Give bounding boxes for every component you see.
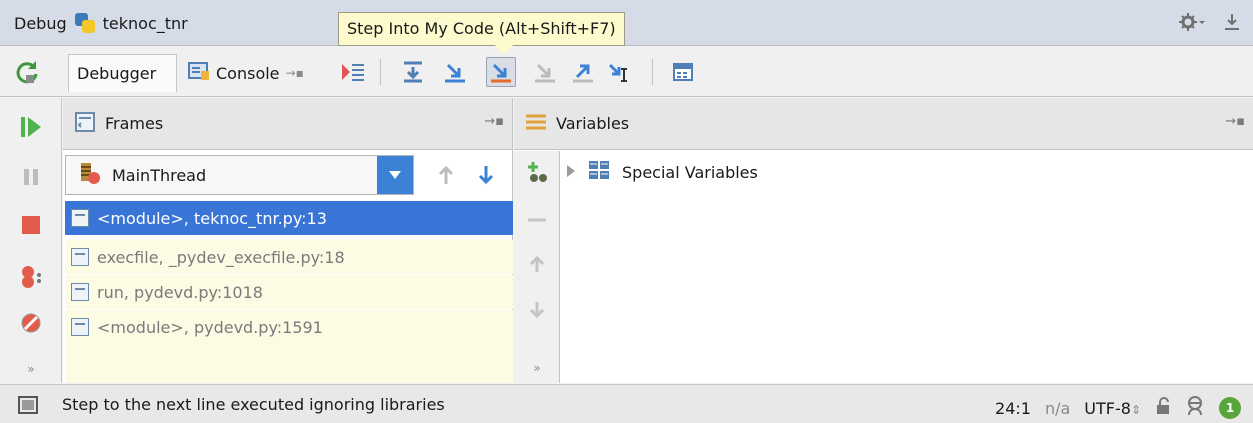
pin-panel-icon[interactable]: →▪ [1225,114,1245,129]
thread-selector[interactable]: MainThread [65,155,414,195]
debug-label: Debug [14,13,67,33]
line-separator-status[interactable]: n/a [1045,399,1070,418]
caret-position[interactable]: 24:1 [995,399,1031,418]
move-down-icon[interactable] [524,297,550,323]
frame-row[interactable]: <module>, pydevd.py:1591 [65,310,513,344]
inspector-icon[interactable] [1185,395,1205,421]
variables-header: Variables →▪ [514,98,1253,150]
step-into-icon[interactable] [440,57,470,87]
more-icon[interactable]: » [18,356,44,382]
evaluate-expression-icon[interactable] [668,57,698,87]
tab-debugger[interactable]: Debugger [68,54,177,92]
left-debug-toolbar: » [0,98,62,383]
new-watch-icon[interactable] [524,159,550,185]
hide-panel-icon[interactable] [1223,12,1241,36]
variable-label: Special Variables [622,162,758,182]
tab-debugger-label: Debugger [77,64,157,83]
frames-filler [65,344,513,383]
thread-icon [78,161,102,189]
debug-toolbar: Debugger Console →▪ [0,47,1253,97]
special-variables-icon [588,160,610,184]
resume-icon[interactable] [18,114,44,140]
previous-frame-icon[interactable] [437,164,455,190]
frame-icon [71,283,89,301]
status-bar: Step to the next line executed ignoring … [0,384,1253,423]
rerun-icon[interactable] [14,59,40,85]
tab-console-label: Console [216,63,280,83]
notifications-badge[interactable]: 1 [1219,397,1241,419]
toolbar-separator [652,59,653,85]
run-config-name[interactable]: teknoc_tnr [103,14,188,33]
console-icon [188,61,210,85]
stop-icon[interactable] [18,212,44,238]
variables-panel: Variables →▪ » Special Variables [514,98,1253,383]
remove-watch-icon[interactable] [524,207,550,233]
force-step-into-icon[interactable] [530,57,560,87]
mute-breakpoints-icon[interactable] [18,310,44,336]
frame-row[interactable]: <module>, teknoc_tnr.py:13 [65,201,513,235]
pin-panel-icon[interactable]: →▪ [484,114,504,129]
variables-icon [526,113,546,135]
tooltip: Step Into My Code (Alt+Shift+F7) [338,12,625,46]
frame-icon [71,248,89,266]
status-widgets: 24:1 n/a UTF-8⇕ 1 [995,395,1241,421]
variables-toolbar: » [514,151,560,383]
step-over-icon[interactable] [398,57,428,87]
pause-icon[interactable] [18,164,44,190]
python-icon [73,12,97,34]
frame-icon [71,318,89,336]
updown-icon: ⇕ [1130,402,1141,417]
thread-name: MainThread [112,165,207,185]
move-up-icon[interactable] [524,251,550,277]
tab-console[interactable]: Console →▪ [180,54,330,92]
debug-title: Debug teknoc_tnr [14,12,188,34]
toolbar-separator [380,59,381,85]
status-message: Step to the next line executed ignoring … [62,395,445,414]
next-frame-icon[interactable] [477,164,495,190]
settings-gear-icon[interactable] [1179,12,1205,36]
variables-title: Variables [556,114,630,133]
frame-row[interactable]: run, pydevd.py:1018 [65,275,513,309]
tooltip-pointer [495,45,513,55]
frames-title: Frames [105,114,164,133]
variable-row[interactable]: Special Variables [566,160,758,184]
view-breakpoints-icon[interactable] [18,264,44,290]
tool-window-titlebar: Debug teknoc_tnr [0,0,1253,46]
frame-row[interactable]: execfile, _pydev_execfile.py:18 [65,240,513,274]
step-into-my-code-icon[interactable] [486,57,516,87]
frame-icon [71,209,89,227]
pin-tab-icon[interactable]: →▪ [286,66,304,80]
frames-icon [75,111,95,136]
frame-label: run, pydevd.py:1018 [97,282,263,302]
expand-arrow-icon[interactable] [566,163,576,182]
frame-label: execfile, _pydev_execfile.py:18 [97,247,345,267]
chevron-down-icon[interactable] [377,156,413,194]
show-execution-point-icon[interactable] [338,57,368,87]
more-icon[interactable]: » [524,355,550,381]
tool-windows-icon[interactable] [18,395,38,419]
frames-header: Frames →▪ [63,98,512,150]
step-out-icon[interactable] [568,57,598,87]
frame-label: <module>, pydevd.py:1591 [97,317,323,337]
encoding-selector[interactable]: UTF-8⇕ [1084,399,1141,418]
run-to-cursor-icon[interactable] [606,57,636,87]
frame-label: <module>, teknoc_tnr.py:13 [97,208,327,228]
encoding-label: UTF-8 [1084,398,1131,418]
lock-icon[interactable] [1155,397,1171,419]
frames-panel: Frames →▪ MainThread <module>, teknoc_tn… [63,98,513,383]
